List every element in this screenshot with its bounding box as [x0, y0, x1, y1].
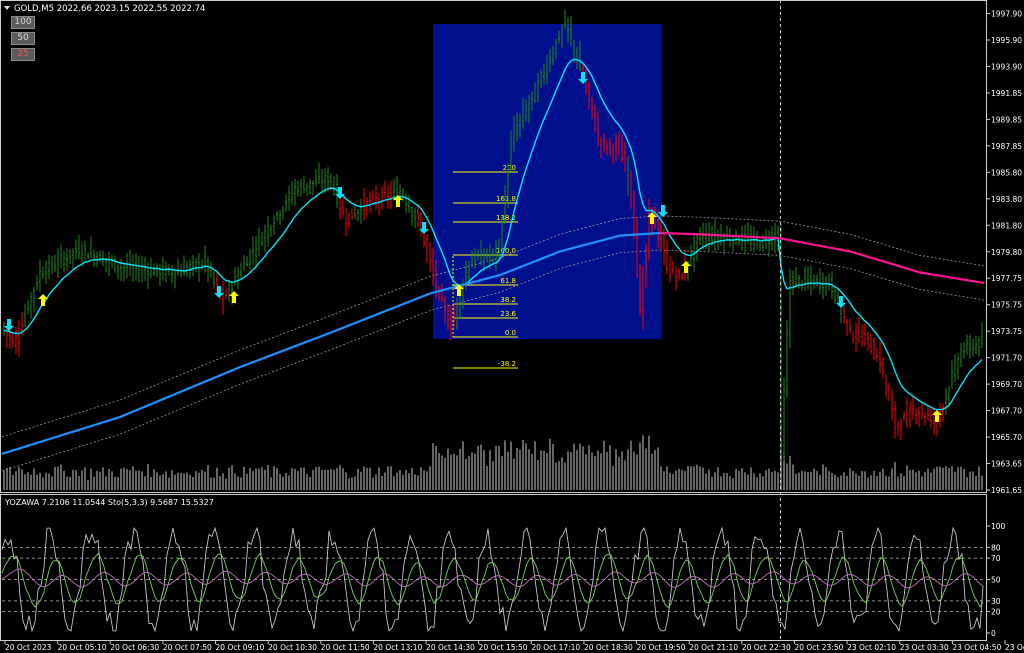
time-tick-label: 20 Oct 23:50 — [794, 643, 843, 652]
time-tick-label: 20 Oct 06:30 — [110, 643, 159, 652]
price-tick-label: 1963.65 — [991, 460, 1022, 469]
zoom-25-button[interactable]: 25 — [11, 48, 35, 61]
time-tick-label: 20 Oct 13:10 — [373, 643, 422, 652]
price-tick-label: 1977.75 — [991, 274, 1022, 283]
time-tick-label: 20 Oct 21:10 — [689, 643, 738, 652]
time-tick-label: 23 Oct 04:50 — [952, 643, 1001, 652]
zoom-100-button[interactable]: 100 — [11, 16, 35, 29]
time-tick-label: 20 Oct 15:50 — [479, 643, 528, 652]
fib-label: 200 — [503, 164, 516, 172]
time-tick-label: 23 Oct 06:10 — [1005, 643, 1024, 652]
price-tick-label: 1961.65 — [991, 486, 1022, 495]
time-tick-label: 20 Oct 10:30 — [268, 643, 317, 652]
fib-label: 61.8 — [500, 277, 516, 285]
oscillator-tick-label: 20 — [991, 608, 1001, 617]
zoom-50-button[interactable]: 50 — [11, 32, 35, 45]
time-tick-label: 20 Oct 22:30 — [742, 643, 791, 652]
sell-arrow-icon — [4, 319, 14, 331]
oscillator-tick-label: 100 — [991, 522, 1006, 531]
price-tick-label: 1979.80 — [991, 248, 1022, 257]
price-tick-label: 1983.80 — [991, 195, 1022, 204]
triangle-down-icon[interactable] — [4, 6, 10, 10]
price-tick-label: 1965.70 — [991, 433, 1022, 442]
price-axis: 1997.90 1995.90 1993.90 1991.85 1989.85 1987.… — [986, 10, 1022, 495]
oscillator-axis: 100 80 70 50 30 20 0 — [986, 522, 1006, 638]
price-tick-label: 1995.90 — [991, 36, 1022, 45]
price-tick-label: 1985.80 — [991, 168, 1022, 177]
fib-label: 161.8 — [496, 195, 516, 203]
price-tick-label: 1969.70 — [991, 380, 1022, 389]
time-tick-label: 20 Oct 14:30 — [426, 643, 475, 652]
price-tick-label: 1997.90 — [991, 10, 1022, 19]
time-tick-label: 20 Oct 2023 — [5, 643, 52, 652]
time-tick-label: 20 Oct 09:10 — [216, 643, 265, 652]
price-tick-label: 1991.85 — [991, 89, 1022, 98]
price-tick-label: 1967.70 — [991, 407, 1022, 416]
oscillator-tick-label: 50 — [991, 576, 1001, 585]
price-tick-label: 1973.75 — [991, 327, 1022, 336]
price-tick-label: 1971.70 — [991, 354, 1022, 363]
time-axis: 20 Oct 2023 20 Oct 05:10 20 Oct 06:30 20 Oc… — [4, 640, 1024, 652]
time-tick-label: 20 Oct 17:10 — [531, 643, 580, 652]
zoom-25-label: 25 — [17, 49, 29, 59]
price-tick-label: 1987.85 — [991, 142, 1022, 151]
yozawa-line — [1, 526, 984, 633]
time-tick-label: 20 Oct 05:10 — [58, 643, 107, 652]
volume-bars — [3, 423, 983, 490]
oscillator-tick-label: 0 — [991, 629, 996, 638]
zoom-50-label: 50 — [17, 33, 29, 43]
price-tick-label: 1975.75 — [991, 301, 1022, 310]
time-tick-label: 20 Oct 19:50 — [637, 643, 686, 652]
symbol-header: GOLD,M5 2022.66 2023.15 2022.55 2022.74 — [14, 4, 205, 14]
price-tick-label: 1989.85 — [991, 115, 1022, 124]
fib-label: 0.0 — [505, 329, 516, 337]
zoom-100-label: 100 — [14, 17, 32, 27]
oscillator-lines — [1, 526, 984, 633]
time-tick-label: 20 Oct 11:50 — [321, 643, 370, 652]
oscillator-tick-label: 80 — [991, 543, 1001, 552]
fib-label: -38.2 — [498, 360, 516, 368]
buy-arrow-icon — [681, 261, 691, 273]
time-tick-label: 20 Oct 07:50 — [163, 643, 212, 652]
time-tick-label: 23 Oct 03:30 — [900, 643, 949, 652]
fib-label: 38.2 — [500, 296, 516, 304]
oscillator-tick-label: 30 — [991, 597, 1001, 606]
time-tick-label: 20 Oct 18:30 — [584, 643, 633, 652]
time-tick-label: 23 Oct 02:10 — [847, 643, 896, 652]
oscillator-label: YOZAWA 7.2106 11.0544 Sto(5,3,3) 9.5687 … — [4, 498, 214, 507]
price-chart[interactable]: 200161.8138.2100.061.838.223.60.0-38.2 1… — [0, 0, 1024, 653]
fib-label: 23.6 — [500, 310, 516, 318]
price-tick-label: 1993.90 — [991, 62, 1022, 71]
oscillator-tick-label: 70 — [991, 554, 1001, 563]
buy-arrow-icon — [229, 291, 239, 303]
price-tick-label: 1981.80 — [991, 221, 1022, 230]
